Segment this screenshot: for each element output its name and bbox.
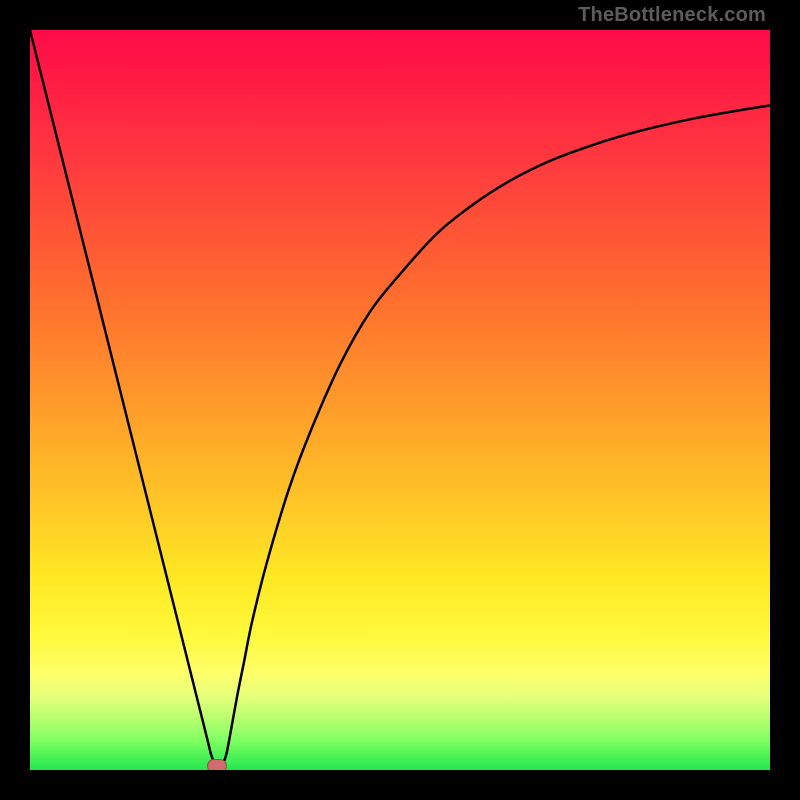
plot-area (30, 30, 770, 770)
chart-frame: TheBottleneck.com (0, 0, 800, 800)
watermark-label: TheBottleneck.com (578, 4, 766, 27)
min-marker (207, 759, 227, 770)
line-series (30, 30, 770, 770)
series-path (30, 30, 770, 766)
